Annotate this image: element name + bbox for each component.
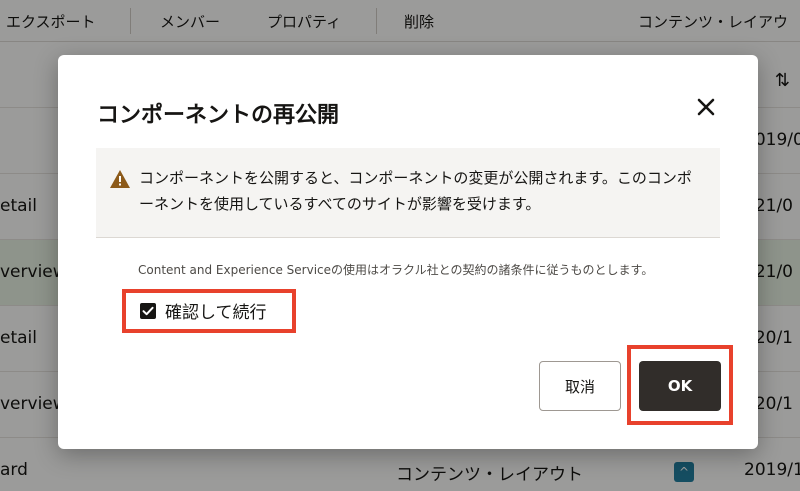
confirm-highlight: 確認して続行 (122, 289, 296, 333)
warning-text: コンポーネントを公開すると、コンポーネントの変更が公開されます。このコンポーネン… (139, 169, 692, 213)
confirm-checkbox[interactable] (140, 303, 156, 319)
terms-text: Content and Experience Serviceの使用はオラクル社と… (138, 263, 654, 277)
close-button[interactable] (692, 93, 720, 121)
confirm-label[interactable]: 確認して続行 (165, 298, 267, 323)
warning-message: コンポーネントを公開すると、コンポーネントの変更が公開されます。このコンポーネン… (96, 148, 720, 238)
warning-icon (110, 170, 130, 188)
close-icon (697, 98, 715, 116)
republish-component-dialog: コンポーネントの再公開 コンポーネントを公開すると、コンポーネントの変更が公開さ… (58, 55, 758, 449)
cancel-button[interactable]: 取消 (539, 361, 621, 411)
ok-highlight: OK (627, 345, 733, 425)
checkmark-icon (142, 306, 154, 316)
ok-button[interactable]: OK (639, 361, 721, 411)
dialog-title: コンポーネントの再公開 (97, 103, 340, 128)
